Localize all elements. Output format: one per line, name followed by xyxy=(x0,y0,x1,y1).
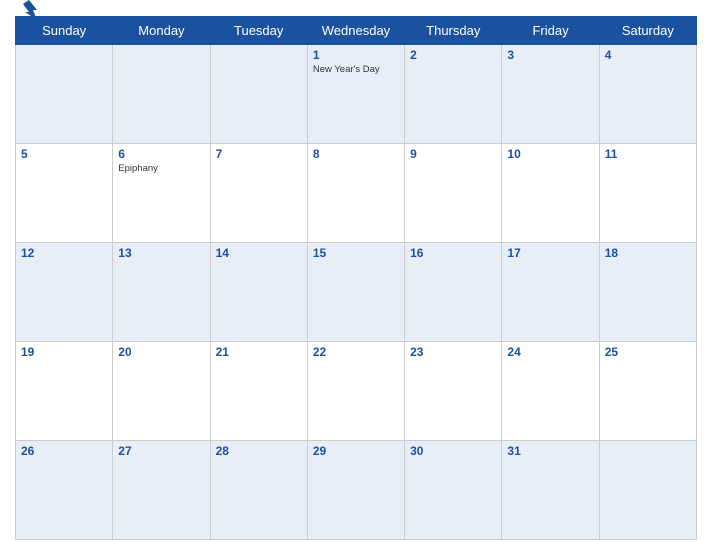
day-of-week-monday: Monday xyxy=(113,17,210,45)
calendar-table: SundayMondayTuesdayWednesdayThursdayFrid… xyxy=(15,16,697,540)
holiday-label: Epiphany xyxy=(118,163,204,174)
day-number: 15 xyxy=(313,246,399,260)
day-number: 5 xyxy=(21,147,107,161)
day-of-week-thursday: Thursday xyxy=(405,17,502,45)
logo-bird-icon xyxy=(15,0,43,24)
holiday-label: New Year's Day xyxy=(313,64,399,75)
calendar-week-3: 12 13 14 15 16 17 18 xyxy=(16,243,697,342)
calendar-cell: 12 xyxy=(16,243,113,342)
day-number: 27 xyxy=(118,444,204,458)
day-of-week-friday: Friday xyxy=(502,17,599,45)
calendar-cell: 14 xyxy=(210,243,307,342)
day-number: 12 xyxy=(21,246,107,260)
day-number: 10 xyxy=(507,147,593,161)
calendar-week-1: 1 New Year's Day 234 xyxy=(16,45,697,144)
calendar-cell: 3 xyxy=(502,45,599,144)
day-number: 28 xyxy=(216,444,302,458)
calendar-cell: 1 New Year's Day xyxy=(307,45,404,144)
calendar-cell xyxy=(113,45,210,144)
calendar-cell xyxy=(599,441,696,540)
calendar-cell: 24 xyxy=(502,342,599,441)
calendar-cell: 11 xyxy=(599,144,696,243)
day-number: 18 xyxy=(605,246,691,260)
calendar-cell xyxy=(16,45,113,144)
logo xyxy=(15,0,46,24)
calendar-cell: 28 xyxy=(210,441,307,540)
calendar-cell: 4 xyxy=(599,45,696,144)
calendar-cell: 15 xyxy=(307,243,404,342)
day-number: 19 xyxy=(21,345,107,359)
day-number: 4 xyxy=(605,48,691,62)
day-of-week-tuesday: Tuesday xyxy=(210,17,307,45)
day-number: 24 xyxy=(507,345,593,359)
calendar-cell: 2 xyxy=(405,45,502,144)
day-number: 25 xyxy=(605,345,691,359)
day-number: 6 xyxy=(118,147,204,161)
calendar-cell: 17 xyxy=(502,243,599,342)
day-number: 14 xyxy=(216,246,302,260)
calendar-cell: 26 xyxy=(16,441,113,540)
day-number: 16 xyxy=(410,246,496,260)
calendar-cell: 22 xyxy=(307,342,404,441)
calendar-cell: 16 xyxy=(405,243,502,342)
calendar-cell: 23 xyxy=(405,342,502,441)
calendar-cell: 21 xyxy=(210,342,307,441)
day-number: 3 xyxy=(507,48,593,62)
calendar-cell: 5 xyxy=(16,144,113,243)
day-number: 23 xyxy=(410,345,496,359)
calendar-body: 1New Year's Day23456Epiphany789101112131… xyxy=(16,45,697,540)
day-number: 13 xyxy=(118,246,204,260)
calendar-cell: 29 xyxy=(307,441,404,540)
day-number: 11 xyxy=(605,147,691,161)
day-number: 21 xyxy=(216,345,302,359)
calendar-cell: 6 Epiphany xyxy=(113,144,210,243)
calendar-cell: 27 xyxy=(113,441,210,540)
calendar-week-5: 26 27 28 29 30 31 xyxy=(16,441,697,540)
day-of-week-wednesday: Wednesday xyxy=(307,17,404,45)
day-of-week-saturday: Saturday xyxy=(599,17,696,45)
day-number: 20 xyxy=(118,345,204,359)
calendar-week-4: 19 20 21 22 23 24 25 xyxy=(16,342,697,441)
day-number: 2 xyxy=(410,48,496,62)
days-of-week-row: SundayMondayTuesdayWednesdayThursdayFrid… xyxy=(16,17,697,45)
calendar-cell xyxy=(210,45,307,144)
calendar-cell: 9 xyxy=(405,144,502,243)
calendar-cell: 30 xyxy=(405,441,502,540)
calendar-cell: 25 xyxy=(599,342,696,441)
calendar-cell: 31 xyxy=(502,441,599,540)
day-number: 30 xyxy=(410,444,496,458)
calendar-cell: 19 xyxy=(16,342,113,441)
calendar-header-row: SundayMondayTuesdayWednesdayThursdayFrid… xyxy=(16,17,697,45)
calendar-cell: 20 xyxy=(113,342,210,441)
day-number: 9 xyxy=(410,147,496,161)
day-number: 1 xyxy=(313,48,399,62)
calendar-cell: 10 xyxy=(502,144,599,243)
day-number: 7 xyxy=(216,147,302,161)
day-number: 8 xyxy=(313,147,399,161)
day-number: 26 xyxy=(21,444,107,458)
day-number: 22 xyxy=(313,345,399,359)
day-number: 29 xyxy=(313,444,399,458)
calendar-cell: 13 xyxy=(113,243,210,342)
calendar-cell: 18 xyxy=(599,243,696,342)
day-number: 31 xyxy=(507,444,593,458)
calendar-cell: 8 xyxy=(307,144,404,243)
day-number: 17 xyxy=(507,246,593,260)
calendar-week-2: 56 Epiphany 789 10 11 xyxy=(16,144,697,243)
calendar-cell: 7 xyxy=(210,144,307,243)
